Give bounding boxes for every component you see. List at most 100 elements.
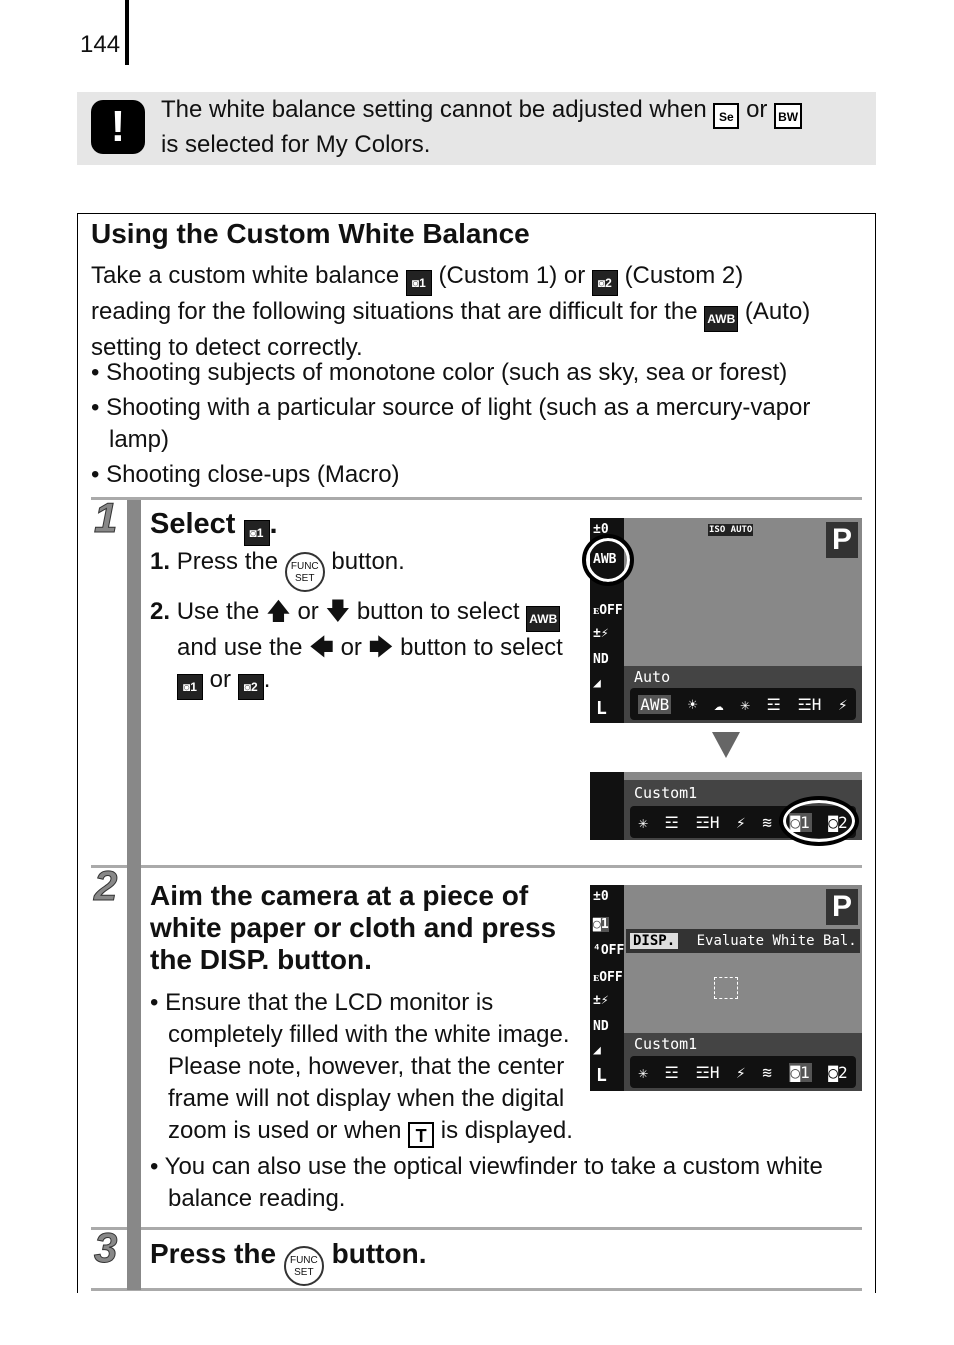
bullet-text: Shooting subjects of monotone color (suc… bbox=[106, 359, 788, 386]
step-title-text: Select bbox=[150, 508, 236, 540]
caution-box: ! The white balance setting cannot be ad… bbox=[77, 92, 876, 165]
or: or bbox=[297, 598, 319, 625]
mode-p-icon: P bbox=[826, 522, 858, 558]
sub-number: 1. bbox=[150, 548, 171, 575]
caution-text: The white balance setting cannot be adju… bbox=[161, 96, 707, 123]
page-divider bbox=[125, 0, 129, 65]
sub-text: button. bbox=[331, 548, 405, 575]
step-title: Select ◙1. bbox=[150, 508, 278, 546]
effect-off-icon: ᴇOFF bbox=[593, 970, 623, 985]
sepia-icon: Se bbox=[713, 103, 740, 129]
sub-text: and use the bbox=[177, 634, 303, 661]
bullet-text: Shooting with a particular source of lig… bbox=[106, 394, 811, 453]
exclamation-icon: ! bbox=[91, 100, 145, 154]
step-number: 3 bbox=[93, 1224, 118, 1272]
flash-comp-icon: ±⚡ bbox=[593, 626, 609, 641]
size-icon: L bbox=[596, 698, 607, 719]
tungsten-icon: ✳ bbox=[638, 812, 648, 832]
flash-icon: ⚡ bbox=[736, 812, 746, 832]
custom1-icon: ◙1 bbox=[177, 674, 203, 700]
wb-options: AWB ☀ ☁ ✳ ☲ ☲H ⚡ bbox=[630, 688, 856, 720]
list-item: • Shooting subjects of monotone color (s… bbox=[91, 359, 788, 386]
intro-custom2: (Custom 2) bbox=[624, 262, 744, 289]
awb-icon: AWB bbox=[526, 606, 561, 632]
custom2-icon: ◙2 bbox=[591, 270, 618, 296]
sub-number: 2. bbox=[150, 598, 171, 625]
custom2-icon: ◙2 bbox=[828, 1062, 848, 1082]
bullet-text-end: is displayed. bbox=[440, 1117, 573, 1144]
custom2-icon: ◙2 bbox=[237, 674, 264, 700]
or: or bbox=[209, 666, 232, 693]
nd-filter-icon: ND bbox=[593, 652, 609, 667]
sub-text: Press the bbox=[176, 548, 279, 575]
disp-icon: DISP. bbox=[630, 933, 679, 949]
evaluate-message: Evaluate White Bal. bbox=[696, 933, 857, 949]
or: or bbox=[340, 634, 362, 661]
wb-options: ✳ ☲ ☲H ⚡ ≋ ◙1 ◙2 bbox=[630, 1056, 856, 1088]
section-intro: Take a custom white balance ◙1 (Custom 1… bbox=[91, 260, 866, 364]
func-set-button-icon: FUNC SET bbox=[283, 1246, 324, 1286]
caution-text-2: is selected for My Colors. bbox=[161, 131, 431, 158]
arrow-down-icon: 🡇 bbox=[325, 598, 351, 625]
step-number: 1 bbox=[93, 494, 118, 542]
section-title: Using the Custom White Balance bbox=[91, 218, 530, 249]
tungsten-icon: ✳ bbox=[740, 694, 750, 714]
intro-text: Take a custom white balance bbox=[91, 262, 400, 289]
bullet-list: • Shooting subjects of monotone color (s… bbox=[91, 357, 861, 491]
period: . bbox=[263, 666, 271, 693]
step-title: Aim the camera at a piece of white paper… bbox=[150, 880, 557, 975]
custom1-icon: ◙1 bbox=[243, 520, 270, 546]
divider bbox=[91, 497, 862, 500]
size-icon: L bbox=[596, 1065, 607, 1086]
exposure-icon: ±0 bbox=[593, 889, 609, 904]
camera-screen-evaluate: ±0 ◙1 ⁴OFF ᴇOFF ±⚡ ND ◢ L P DISP. Evalua… bbox=[590, 885, 862, 1091]
wb-label: Custom1 bbox=[634, 1035, 698, 1053]
step-title-text: Press the bbox=[150, 1238, 277, 1269]
step1-instructions: 1. Press the FUNC SET button. 2. Use the… bbox=[150, 546, 580, 700]
step-number: 2 bbox=[93, 862, 118, 910]
compression-icon: ◢ bbox=[593, 1043, 601, 1058]
divider bbox=[91, 1288, 862, 1291]
divider bbox=[91, 865, 862, 868]
sub-text: button to bbox=[400, 634, 494, 661]
step-title: Press the FUNC SET button. bbox=[150, 1238, 426, 1286]
center-frame bbox=[714, 977, 738, 999]
side-menu bbox=[590, 885, 624, 1091]
daylight-icon: ☀ bbox=[687, 694, 698, 714]
bullet-text: You can also use the optical viewfinder … bbox=[164, 1153, 823, 1212]
compression-icon: ◢ bbox=[593, 676, 601, 691]
custom1-icon: ◙1 bbox=[593, 917, 609, 932]
list-item: • Shooting with a particular source of l… bbox=[91, 394, 811, 453]
effect-off-icon: ᴇOFF bbox=[593, 603, 623, 618]
flash-icon: ⚡ bbox=[736, 1062, 746, 1082]
caution-or: or bbox=[746, 96, 768, 123]
fluorescent-h-icon: ☲H bbox=[695, 812, 720, 832]
iso-icon: ISO AUTO bbox=[708, 524, 754, 536]
intro-text-2: reading for the following situations tha… bbox=[91, 298, 698, 325]
highlight-circle bbox=[779, 796, 859, 846]
fluorescent-h-icon: ☲H bbox=[797, 694, 822, 714]
page-number: 144 bbox=[80, 31, 121, 58]
list-item: • Shooting close-ups (Macro) bbox=[91, 461, 400, 488]
custom1-icon: ◙1 bbox=[788, 1062, 812, 1082]
step-bar bbox=[127, 500, 141, 1290]
wb-label: Custom1 bbox=[634, 784, 698, 802]
fluorescent-icon: ☲ bbox=[664, 1062, 679, 1082]
cloudy-icon: ☁ bbox=[714, 694, 724, 714]
awb-option: AWB bbox=[638, 694, 672, 714]
divider bbox=[91, 1227, 862, 1230]
intro-auto: (Auto) bbox=[744, 298, 811, 325]
custom1-icon: ◙1 bbox=[405, 270, 432, 296]
underwater-icon: ≋ bbox=[762, 812, 772, 832]
flash-comp-icon: ±⚡ bbox=[593, 993, 609, 1008]
flash-icon: ⚡ bbox=[838, 694, 848, 714]
bullet-text: Shooting close-ups (Macro) bbox=[106, 461, 400, 488]
period: . bbox=[269, 508, 278, 540]
nd-filter-icon: ND bbox=[593, 1019, 609, 1034]
arrow-left-icon: 🡄 bbox=[309, 634, 334, 661]
bw-icon: BW bbox=[774, 103, 803, 129]
tele-converter-icon: T bbox=[408, 1122, 435, 1148]
drive-off-icon: ⁴OFF bbox=[593, 943, 625, 958]
sub-text: button to select bbox=[356, 598, 520, 625]
sub-text: Use the bbox=[176, 598, 260, 625]
